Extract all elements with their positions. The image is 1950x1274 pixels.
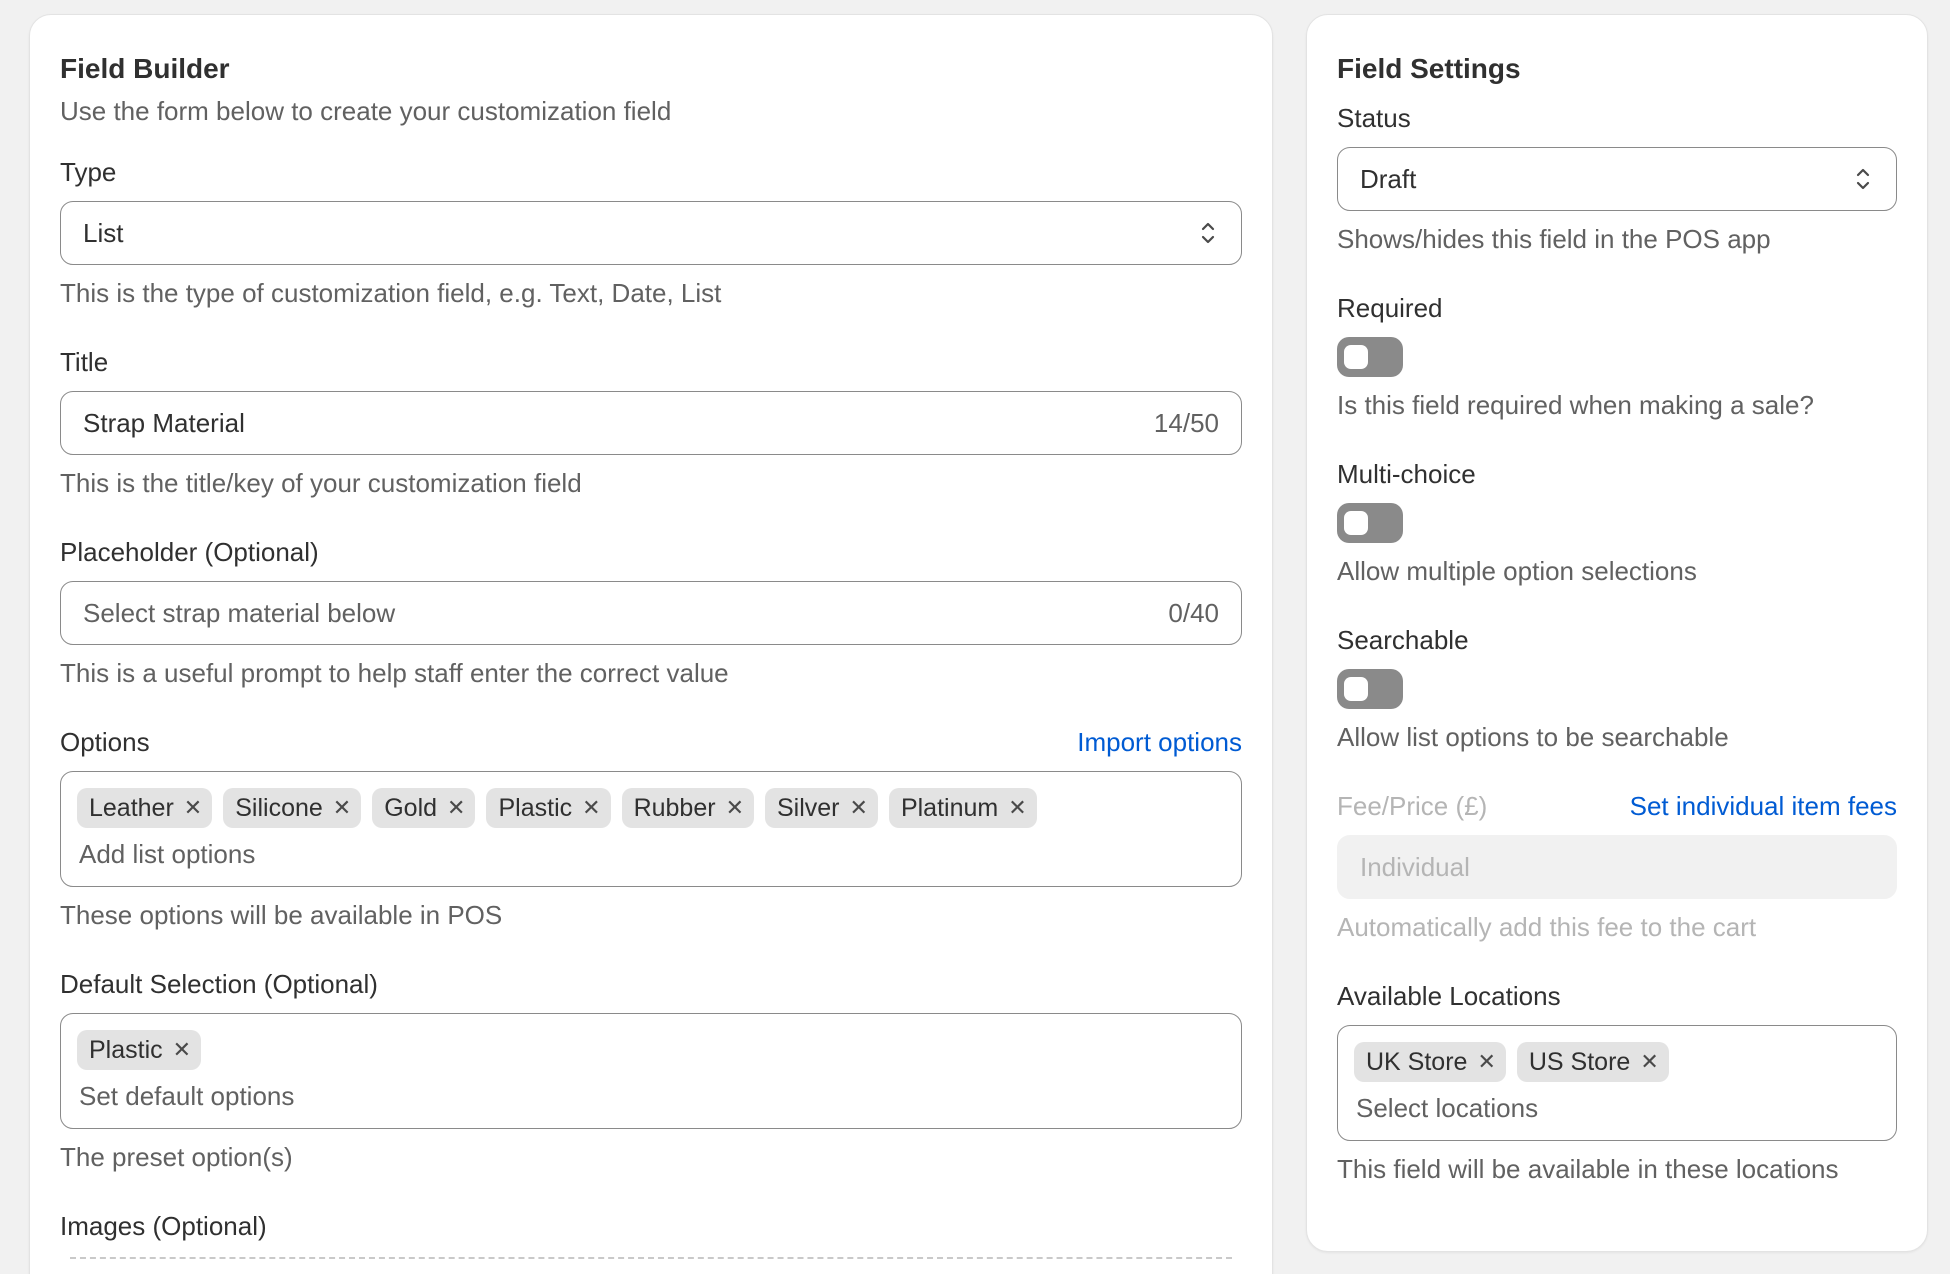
- location-tag: UK Store ✕: [1354, 1042, 1506, 1082]
- x-icon[interactable]: ✕: [726, 788, 744, 828]
- placeholder-help: This is a useful prompt to help staff en…: [60, 658, 729, 688]
- set-individual-item-fees-link[interactable]: Set individual item fees: [1630, 789, 1897, 823]
- fee-input: Individual: [1337, 835, 1897, 899]
- field-builder-card: Field Builder Use the form below to crea…: [29, 14, 1273, 1274]
- images-label: Images (Optional): [60, 1211, 267, 1241]
- location-tags: UK Store ✕ US Store ✕: [1354, 1042, 1880, 1082]
- field-settings-title: Field Settings: [1337, 53, 1521, 84]
- searchable-label: Searchable: [1337, 625, 1469, 655]
- field-builder-title: Field Builder: [60, 53, 230, 84]
- searchable-toggle[interactable]: [1337, 669, 1403, 709]
- select-locations-input[interactable]: Select locations: [1354, 1086, 1880, 1130]
- images-dropzone[interactable]: [70, 1257, 1232, 1274]
- status-label: Status: [1337, 103, 1411, 133]
- title-label: Title: [60, 347, 109, 377]
- title-char-counter: 14/50: [1153, 407, 1219, 438]
- type-select[interactable]: List: [60, 201, 1242, 265]
- default-selection-label: Default Selection (Optional): [60, 969, 378, 999]
- options-tag-input[interactable]: Leather ✕ Silicone ✕ Gold ✕ Plastic ✕ Rubber…: [60, 771, 1242, 887]
- option-tag: Platinum ✕: [888, 788, 1037, 828]
- default-selection-tags: Plastic ✕: [77, 1030, 1225, 1070]
- toggle-knob: [1344, 345, 1368, 369]
- multi-choice-toggle[interactable]: [1337, 503, 1403, 543]
- placeholder-input-placeholder: Select strap material below: [83, 597, 396, 628]
- placeholder-label: Placeholder (Optional): [60, 537, 319, 567]
- title-help: This is the title/key of your customizat…: [60, 468, 582, 498]
- type-select-value: List: [83, 217, 124, 248]
- status-help: Shows/hides this field in the POS app: [1337, 224, 1771, 254]
- x-icon[interactable]: ✕: [1477, 1042, 1495, 1082]
- toggle-knob: [1344, 677, 1368, 701]
- import-options-link[interactable]: Import options: [1077, 725, 1242, 759]
- options-tags: Leather ✕ Silicone ✕ Gold ✕ Plastic ✕ Rubber…: [77, 788, 1225, 828]
- option-tag: Gold ✕: [372, 788, 476, 828]
- multi-choice-help: Allow multiple option selections: [1337, 556, 1697, 586]
- required-label: Required: [1337, 293, 1443, 323]
- option-tag: Silver ✕: [765, 788, 878, 828]
- required-toggle[interactable]: [1337, 337, 1403, 377]
- x-icon[interactable]: ✕: [447, 788, 465, 828]
- options-help: These options will be available in POS: [60, 900, 503, 930]
- toggle-knob: [1344, 511, 1368, 535]
- locations-tag-input[interactable]: UK Store ✕ US Store ✕ Select locations: [1337, 1025, 1897, 1141]
- multi-choice-label: Multi-choice: [1337, 459, 1476, 489]
- x-icon[interactable]: ✕: [173, 1030, 191, 1070]
- required-help: Is this field required when making a sal…: [1337, 390, 1814, 420]
- option-tag: Rubber ✕: [621, 788, 754, 828]
- option-tag: Silicone ✕: [223, 788, 362, 828]
- fee-label: Fee/Price (£): [1337, 791, 1488, 821]
- status-select[interactable]: Draft: [1337, 147, 1897, 211]
- x-icon[interactable]: ✕: [582, 788, 600, 828]
- add-list-options-input[interactable]: Add list options: [77, 832, 1225, 876]
- default-selection-tag-input[interactable]: Plastic ✕ Set default options: [60, 1013, 1242, 1129]
- fee-label-row: Fee/Price (£) Set individual item fees: [1337, 789, 1897, 823]
- x-icon[interactable]: ✕: [850, 788, 868, 828]
- default-tag: Plastic ✕: [77, 1030, 202, 1070]
- default-selection-help: The preset option(s): [60, 1142, 293, 1172]
- type-help: This is the type of customization field,…: [60, 278, 722, 308]
- x-icon[interactable]: ✕: [333, 788, 351, 828]
- fee-help: Automatically add this fee to the cart: [1337, 912, 1757, 942]
- field-settings-card: Field Settings Status Draft Shows/hides …: [1306, 14, 1928, 1252]
- option-tag: Leather ✕: [77, 788, 213, 828]
- x-icon[interactable]: ✕: [184, 788, 202, 828]
- placeholder-input[interactable]: Select strap material below 0/40: [60, 581, 1242, 645]
- options-label-row: Options Import options: [60, 725, 1242, 759]
- searchable-help: Allow list options to be searchable: [1337, 722, 1729, 752]
- location-tag: US Store ✕: [1516, 1042, 1669, 1082]
- title-input[interactable]: Strap Material 14/50: [60, 391, 1242, 455]
- locations-help: This field will be available in these lo…: [1337, 1154, 1839, 1184]
- locations-label: Available Locations: [1337, 981, 1561, 1011]
- field-builder-subtitle: Use the form below to create your custom…: [60, 96, 672, 126]
- x-icon[interactable]: ✕: [1008, 788, 1026, 828]
- chevron-up-down-icon: [1201, 222, 1215, 244]
- set-default-options-input[interactable]: Set default options: [77, 1074, 1225, 1118]
- x-icon[interactable]: ✕: [1640, 1042, 1658, 1082]
- options-label: Options: [60, 727, 150, 757]
- type-label: Type: [60, 157, 117, 187]
- chevron-up-down-icon: [1856, 168, 1870, 190]
- fee-input-value: Individual: [1360, 851, 1470, 882]
- option-tag: Plastic ✕: [486, 788, 611, 828]
- status-select-value: Draft: [1360, 163, 1417, 194]
- placeholder-char-counter: 0/40: [1168, 597, 1219, 628]
- title-input-value: Strap Material: [83, 407, 245, 438]
